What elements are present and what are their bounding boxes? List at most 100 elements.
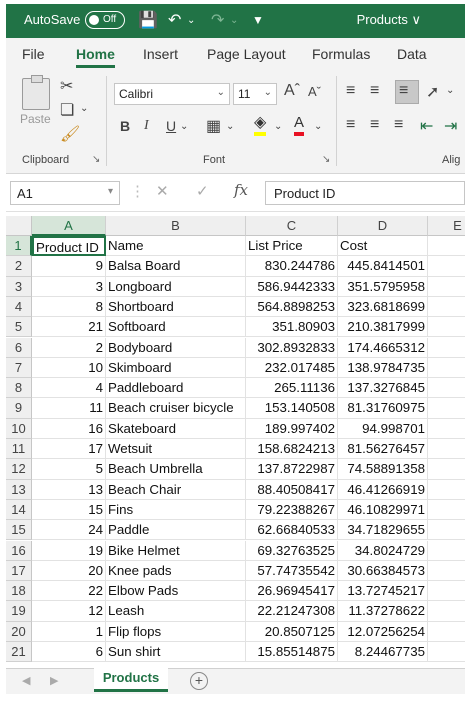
row-header[interactable]: 1 — [6, 236, 32, 257]
cell-empty[interactable] — [428, 480, 465, 500]
cell-empty[interactable] — [428, 236, 465, 257]
cell-product-id[interactable]: 17 — [32, 439, 106, 460]
column-header-a[interactable]: A — [32, 216, 106, 236]
italic-button[interactable]: I — [144, 118, 149, 134]
cancel-icon[interactable]: ✕ — [156, 182, 169, 200]
cell-empty[interactable] — [428, 398, 465, 419]
cell-product-id[interactable]: 9 — [32, 256, 106, 277]
cell-empty[interactable] — [428, 338, 465, 358]
align-right-icon[interactable]: ≡ — [394, 116, 403, 134]
cell-product-id[interactable]: 6 — [32, 642, 106, 663]
cell-name[interactable]: Beach Chair — [106, 479, 246, 500]
cell-list-price[interactable]: 79.22388267 — [246, 499, 338, 521]
bold-button[interactable]: B — [120, 118, 130, 134]
row-header[interactable]: 14 — [6, 499, 32, 521]
document-title[interactable]: Products ∨ — [357, 12, 421, 28]
cell-list-price[interactable]: 153.140508 — [246, 398, 338, 419]
clipboard-launcher-icon[interactable]: ↘ — [92, 154, 100, 165]
cell-list-price[interactable]: 22.21247308 — [246, 601, 338, 622]
cell-name[interactable]: Bodyboard — [106, 337, 246, 358]
cell-empty[interactable] — [428, 439, 465, 460]
cell-product-id[interactable]: 20 — [32, 560, 106, 582]
row-header[interactable]: 2 — [6, 256, 32, 277]
add-sheet-button[interactable]: + — [190, 672, 208, 690]
cell-list-price[interactable]: 232.017485 — [246, 357, 338, 379]
underline-button[interactable]: U — [166, 118, 176, 134]
cell-list-price[interactable]: 830.244786 — [246, 256, 338, 277]
cell-product-id[interactable]: 21 — [32, 317, 106, 338]
align-middle-icon[interactable]: ≡ — [370, 82, 379, 100]
cell-product-id[interactable]: 10 — [32, 357, 106, 379]
cell-name[interactable]: Bike Helmet — [106, 540, 246, 561]
cell-cost[interactable]: 138.9784735 — [338, 357, 428, 379]
cell-name[interactable]: Balsa Board — [106, 256, 246, 277]
align-center-icon[interactable]: ≡ — [370, 116, 379, 134]
cell-list-price[interactable]: 189.997402 — [246, 418, 338, 439]
undo-icon[interactable]: ↶ — [168, 10, 181, 30]
cell-empty[interactable] — [428, 419, 465, 439]
row-header[interactable]: 6 — [6, 337, 32, 358]
decrease-font-icon[interactable]: Aˇ — [308, 84, 321, 99]
increase-indent-icon[interactable]: ⇥ — [444, 116, 457, 136]
increase-font-icon[interactable]: Aˆ — [284, 82, 300, 100]
tab-home[interactable]: Home — [76, 46, 115, 68]
column-header-c[interactable]: C — [246, 216, 338, 236]
borders-icon[interactable]: ▦ — [206, 116, 221, 136]
header-cell-list-price[interactable]: List Price — [246, 236, 338, 257]
cell-product-id[interactable]: 16 — [32, 418, 106, 439]
cell-list-price[interactable]: 137.8722987 — [246, 459, 338, 480]
cell-empty[interactable] — [428, 256, 465, 277]
cell-product-id[interactable]: 22 — [32, 581, 106, 602]
row-header[interactable]: 10 — [6, 418, 32, 439]
tab-insert[interactable]: Insert — [143, 46, 178, 62]
cell-cost[interactable]: 8.24467735 — [338, 642, 428, 663]
cell-name[interactable]: Flip flops — [106, 621, 246, 642]
row-header[interactable]: 17 — [6, 560, 32, 582]
cell-empty[interactable] — [428, 581, 465, 602]
paste-label[interactable]: Paste — [20, 112, 51, 126]
cell-name[interactable]: Paddleboard — [106, 378, 246, 399]
cell-empty[interactable] — [428, 642, 465, 663]
cell-name[interactable]: Elbow Pads — [106, 581, 246, 602]
enter-icon[interactable]: ✓ — [196, 182, 209, 200]
cell-cost[interactable]: 323.6818699 — [338, 296, 428, 318]
formula-input[interactable]: Product ID — [265, 181, 465, 205]
cell-empty[interactable] — [428, 520, 465, 541]
cell-name[interactable]: Fins — [106, 499, 246, 521]
header-cell-name[interactable]: Name — [106, 236, 246, 257]
cell-empty[interactable] — [428, 459, 465, 480]
cell-list-price[interactable]: 15.85514875 — [246, 642, 338, 663]
fill-color-dropdown-icon[interactable]: ⌄ — [274, 121, 282, 132]
cell-product-id[interactable]: 5 — [32, 459, 106, 480]
cell-product-id[interactable]: 1 — [32, 621, 106, 642]
cell-name[interactable]: Longboard — [106, 276, 246, 297]
cell-cost[interactable]: 46.41266919 — [338, 479, 428, 500]
sheet-tab-products[interactable]: Products — [94, 668, 168, 692]
copy-icon[interactable]: ❏ — [60, 100, 74, 120]
cell-name[interactable]: Shortboard — [106, 296, 246, 318]
save-icon[interactable]: 💾 — [138, 10, 158, 30]
cell-empty[interactable] — [428, 500, 465, 521]
font-color-dropdown-icon[interactable]: ⌄ — [314, 121, 322, 132]
orientation-dropdown-icon[interactable]: ⌄ — [446, 85, 454, 96]
cell-cost[interactable]: 81.56276457 — [338, 439, 428, 460]
tab-data[interactable]: Data — [397, 46, 427, 62]
row-header[interactable]: 8 — [6, 378, 32, 399]
cell-cost[interactable]: 94.998701 — [338, 418, 428, 439]
cell-list-price[interactable]: 88.40508417 — [246, 479, 338, 500]
cell-list-price[interactable]: 20.8507125 — [246, 621, 338, 642]
cell-product-id[interactable]: 4 — [32, 378, 106, 399]
orientation-icon[interactable]: ➚ — [426, 82, 439, 102]
row-header[interactable]: 7 — [6, 357, 32, 379]
cell-name[interactable]: Skateboard — [106, 418, 246, 439]
customize-toolbar-icon[interactable]: ▼ — [252, 13, 264, 27]
cell-cost[interactable]: 13.72745217 — [338, 581, 428, 602]
cell-empty[interactable] — [428, 358, 465, 379]
cut-icon[interactable]: ✂ — [60, 76, 73, 96]
cell-product-id[interactable]: 3 — [32, 276, 106, 297]
row-header[interactable]: 19 — [6, 601, 32, 622]
cell-list-price[interactable]: 302.8932833 — [246, 337, 338, 358]
select-all-corner[interactable] — [6, 216, 32, 236]
row-header[interactable]: 20 — [6, 621, 32, 642]
cell-empty[interactable] — [428, 561, 465, 582]
